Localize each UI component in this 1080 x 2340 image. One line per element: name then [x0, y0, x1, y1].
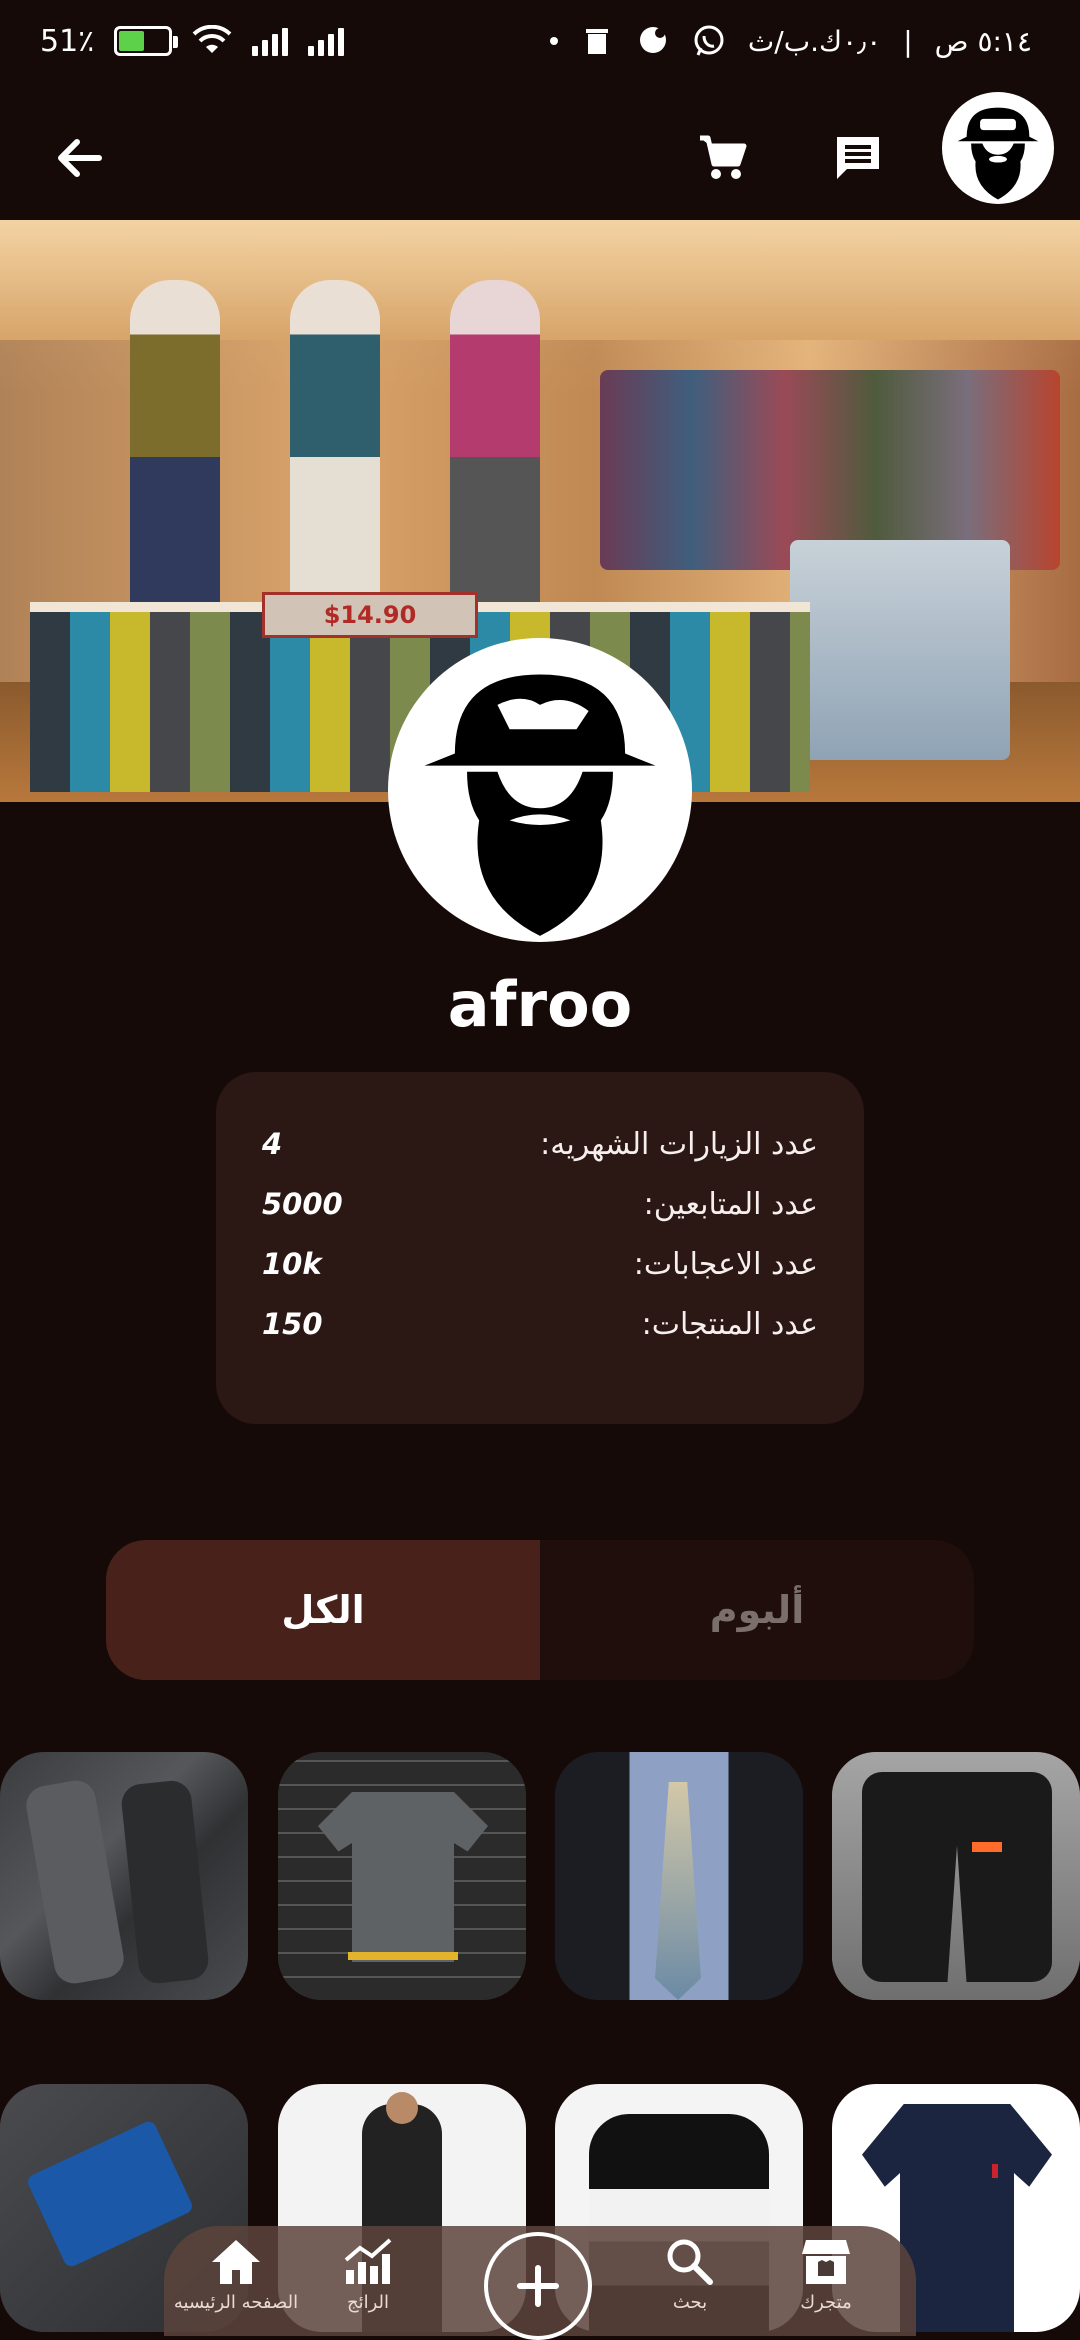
wifi-icon — [192, 25, 232, 53]
username: afroo — [447, 968, 633, 1041]
bottom-nav: الصفحه الرئيسيه الرائج بحث متجرك — [164, 2226, 916, 2340]
chat-icon — [837, 137, 879, 179]
nav-home[interactable]: الصفحه الرئيسيه — [166, 2236, 306, 2326]
whatsapp-icon — [694, 25, 724, 56]
cover-price-sign: $14.90 — [262, 592, 478, 638]
battery-percent: 51٪ — [40, 23, 95, 59]
nav-home-label: الصفحه الرئيسيه — [173, 2292, 299, 2313]
store-icon — [802, 2240, 850, 2284]
stat-label: عدد الاعجابات: — [633, 1246, 818, 1282]
nav-search-label: بحث — [672, 2292, 708, 2313]
stat-row-followers: 5000 عدد المتابعين: — [262, 1176, 818, 1232]
status-right: ٥:١٤ ص | ٠٫٠ك.ب/ث — [549, 20, 1032, 62]
status-bar: 51٪ ٥:١٤ ص | ٠٫٠ك.ب/ث — [0, 0, 1080, 82]
plus-icon — [517, 2265, 559, 2307]
nav-search[interactable]: بحث — [620, 2236, 760, 2326]
profile-avatar — [388, 638, 692, 942]
top-bar — [0, 82, 1080, 222]
add-button[interactable] — [484, 2232, 592, 2340]
tab-album[interactable]: ألبوم — [540, 1540, 974, 1680]
stat-value: 150 — [262, 1307, 323, 1341]
nav-trending-label: الرائج — [346, 2292, 390, 2313]
stat-label: عدد المنتجات: — [641, 1306, 818, 1342]
stat-label: عدد الزيارات الشهريه: — [540, 1126, 818, 1162]
store-avatar[interactable] — [942, 92, 1054, 204]
chat-button[interactable] — [818, 118, 898, 198]
stat-row-visits: 4 عدد الزيارات الشهريه: — [262, 1116, 818, 1172]
messenger-icon — [639, 27, 666, 53]
stat-value: 10k — [262, 1247, 322, 1281]
cart-icon — [700, 135, 747, 179]
nav-trending[interactable]: الرائج — [298, 2236, 438, 2326]
bearded-man-logo-large — [424, 674, 656, 936]
status-left: 51٪ — [40, 20, 345, 62]
stat-value: 5000 — [262, 1187, 343, 1221]
stats-card: 4 عدد الزيارات الشهريه: 5000 عدد المتابع… — [216, 1072, 864, 1424]
signal-icon — [252, 26, 289, 56]
battery-charging-icon — [114, 26, 179, 56]
trending-chart-icon — [344, 2238, 392, 2284]
status-separator: | — [903, 24, 913, 58]
home-icon — [212, 2240, 260, 2284]
stat-row-products: 150 عدد المنتجات: — [262, 1296, 818, 1352]
status-time: ٥:١٤ ص — [934, 24, 1032, 58]
dot-icon — [549, 37, 558, 45]
tab-all[interactable]: الكل — [106, 1540, 540, 1680]
stat-label: عدد المتابعين: — [643, 1186, 818, 1222]
data-speed: ٠٫٠ك.ب/ث — [747, 24, 882, 58]
signal-icon-2 — [308, 26, 345, 56]
back-button[interactable] — [40, 118, 120, 198]
tabs: الكل ألبوم — [106, 1540, 974, 1680]
cart-button[interactable] — [682, 118, 762, 198]
product-tile-grey-pants[interactable] — [0, 1752, 248, 2000]
stat-value: 4 — [262, 1127, 283, 1161]
nav-store[interactable]: متجرك — [756, 2236, 896, 2326]
product-tile-suit-tie[interactable] — [555, 1752, 803, 2000]
back-arrow-icon — [58, 139, 102, 177]
search-icon — [667, 2239, 713, 2285]
nav-store-label: متجرك — [800, 2292, 852, 2313]
delete-icon — [585, 29, 608, 54]
product-tile-grey-tshirt[interactable] — [278, 1752, 526, 2000]
stat-row-likes: 10k عدد الاعجابات: — [262, 1236, 818, 1292]
product-tile-black-cargo-pants[interactable] — [832, 1752, 1080, 2000]
bearded-man-logo — [957, 107, 1039, 200]
